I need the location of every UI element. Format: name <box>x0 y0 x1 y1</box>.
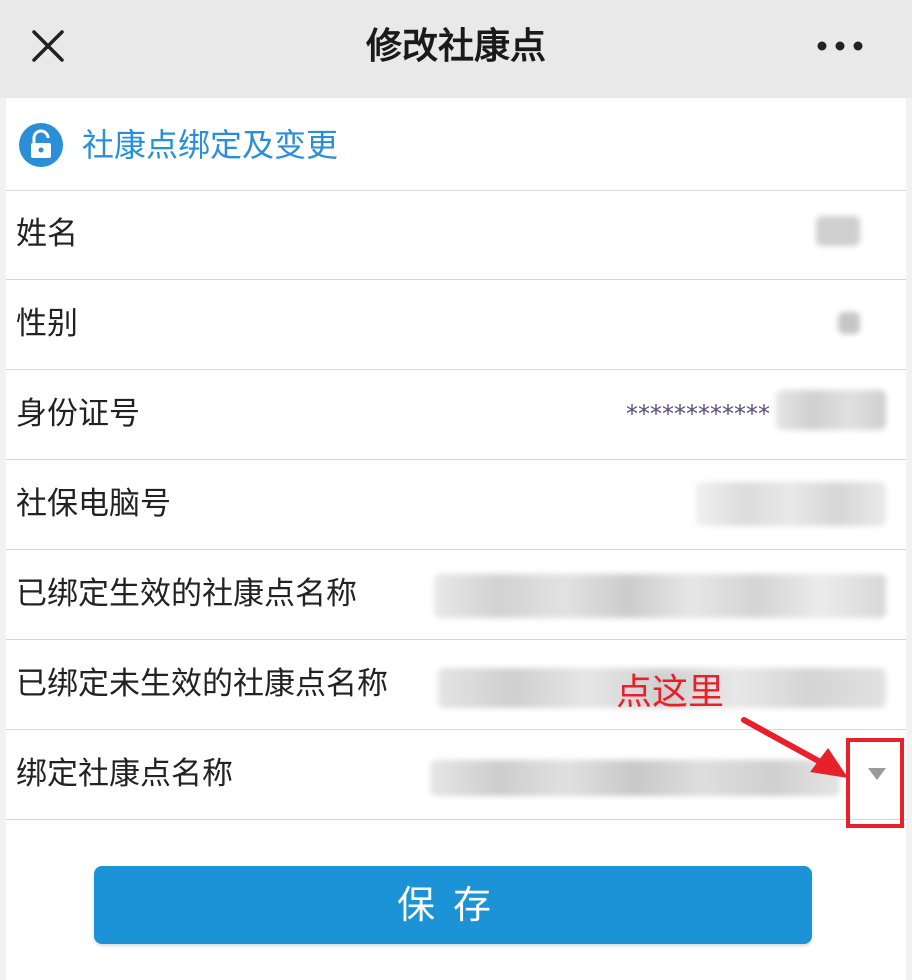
gender-label: 性别 <box>16 306 78 342</box>
id-number-label: 身份证号 <box>16 396 140 432</box>
bind-name-value-redacted <box>430 760 840 796</box>
id-number-value-redacted <box>776 390 886 430</box>
bind-name-row: 绑定社康点名称 <box>6 730 906 820</box>
form-panel: 社康点绑定及变更 姓名 性别 身份证号 ************ 社保电脑号 已… <box>6 98 906 980</box>
close-button[interactable] <box>22 20 74 72</box>
bound-effective-row: 已绑定生效的社康点名称 <box>6 550 906 640</box>
page-title: 修改社康点 <box>365 26 546 67</box>
name-label: 姓名 <box>16 216 78 252</box>
bound-effective-label: 已绑定生效的社康点名称 <box>16 576 357 612</box>
id-number-masked: ************ <box>626 400 770 428</box>
more-icon <box>817 41 863 51</box>
save-button[interactable]: 保存 <box>94 866 812 944</box>
name-row: 姓名 <box>6 190 906 280</box>
name-value-redacted <box>816 216 860 246</box>
bound-not-effective-value-redacted <box>438 668 886 708</box>
social-security-label: 社保电脑号 <box>16 486 171 522</box>
more-button[interactable] <box>810 22 870 70</box>
close-icon <box>32 30 64 62</box>
gender-row: 性别 <box>6 280 906 370</box>
bound-not-effective-label: 已绑定未生效的社康点名称 <box>16 666 388 702</box>
bound-effective-value-redacted <box>434 574 886 618</box>
title-bar: 修改社康点 <box>0 0 912 98</box>
social-security-value-redacted <box>696 482 886 526</box>
bind-name-label: 绑定社康点名称 <box>16 756 233 792</box>
bound-not-effective-row: 已绑定未生效的社康点名称 <box>6 640 906 730</box>
social-security-row: 社保电脑号 <box>6 460 906 550</box>
gender-value-redacted <box>838 312 860 334</box>
section-header: 社康点绑定及变更 <box>6 98 906 191</box>
lock-icon <box>18 122 64 168</box>
section-label: 社康点绑定及变更 <box>82 126 339 164</box>
bind-name-dropdown[interactable] <box>426 742 896 806</box>
id-number-row: 身份证号 ************ <box>6 370 906 460</box>
chevron-down-icon[interactable] <box>868 768 886 780</box>
